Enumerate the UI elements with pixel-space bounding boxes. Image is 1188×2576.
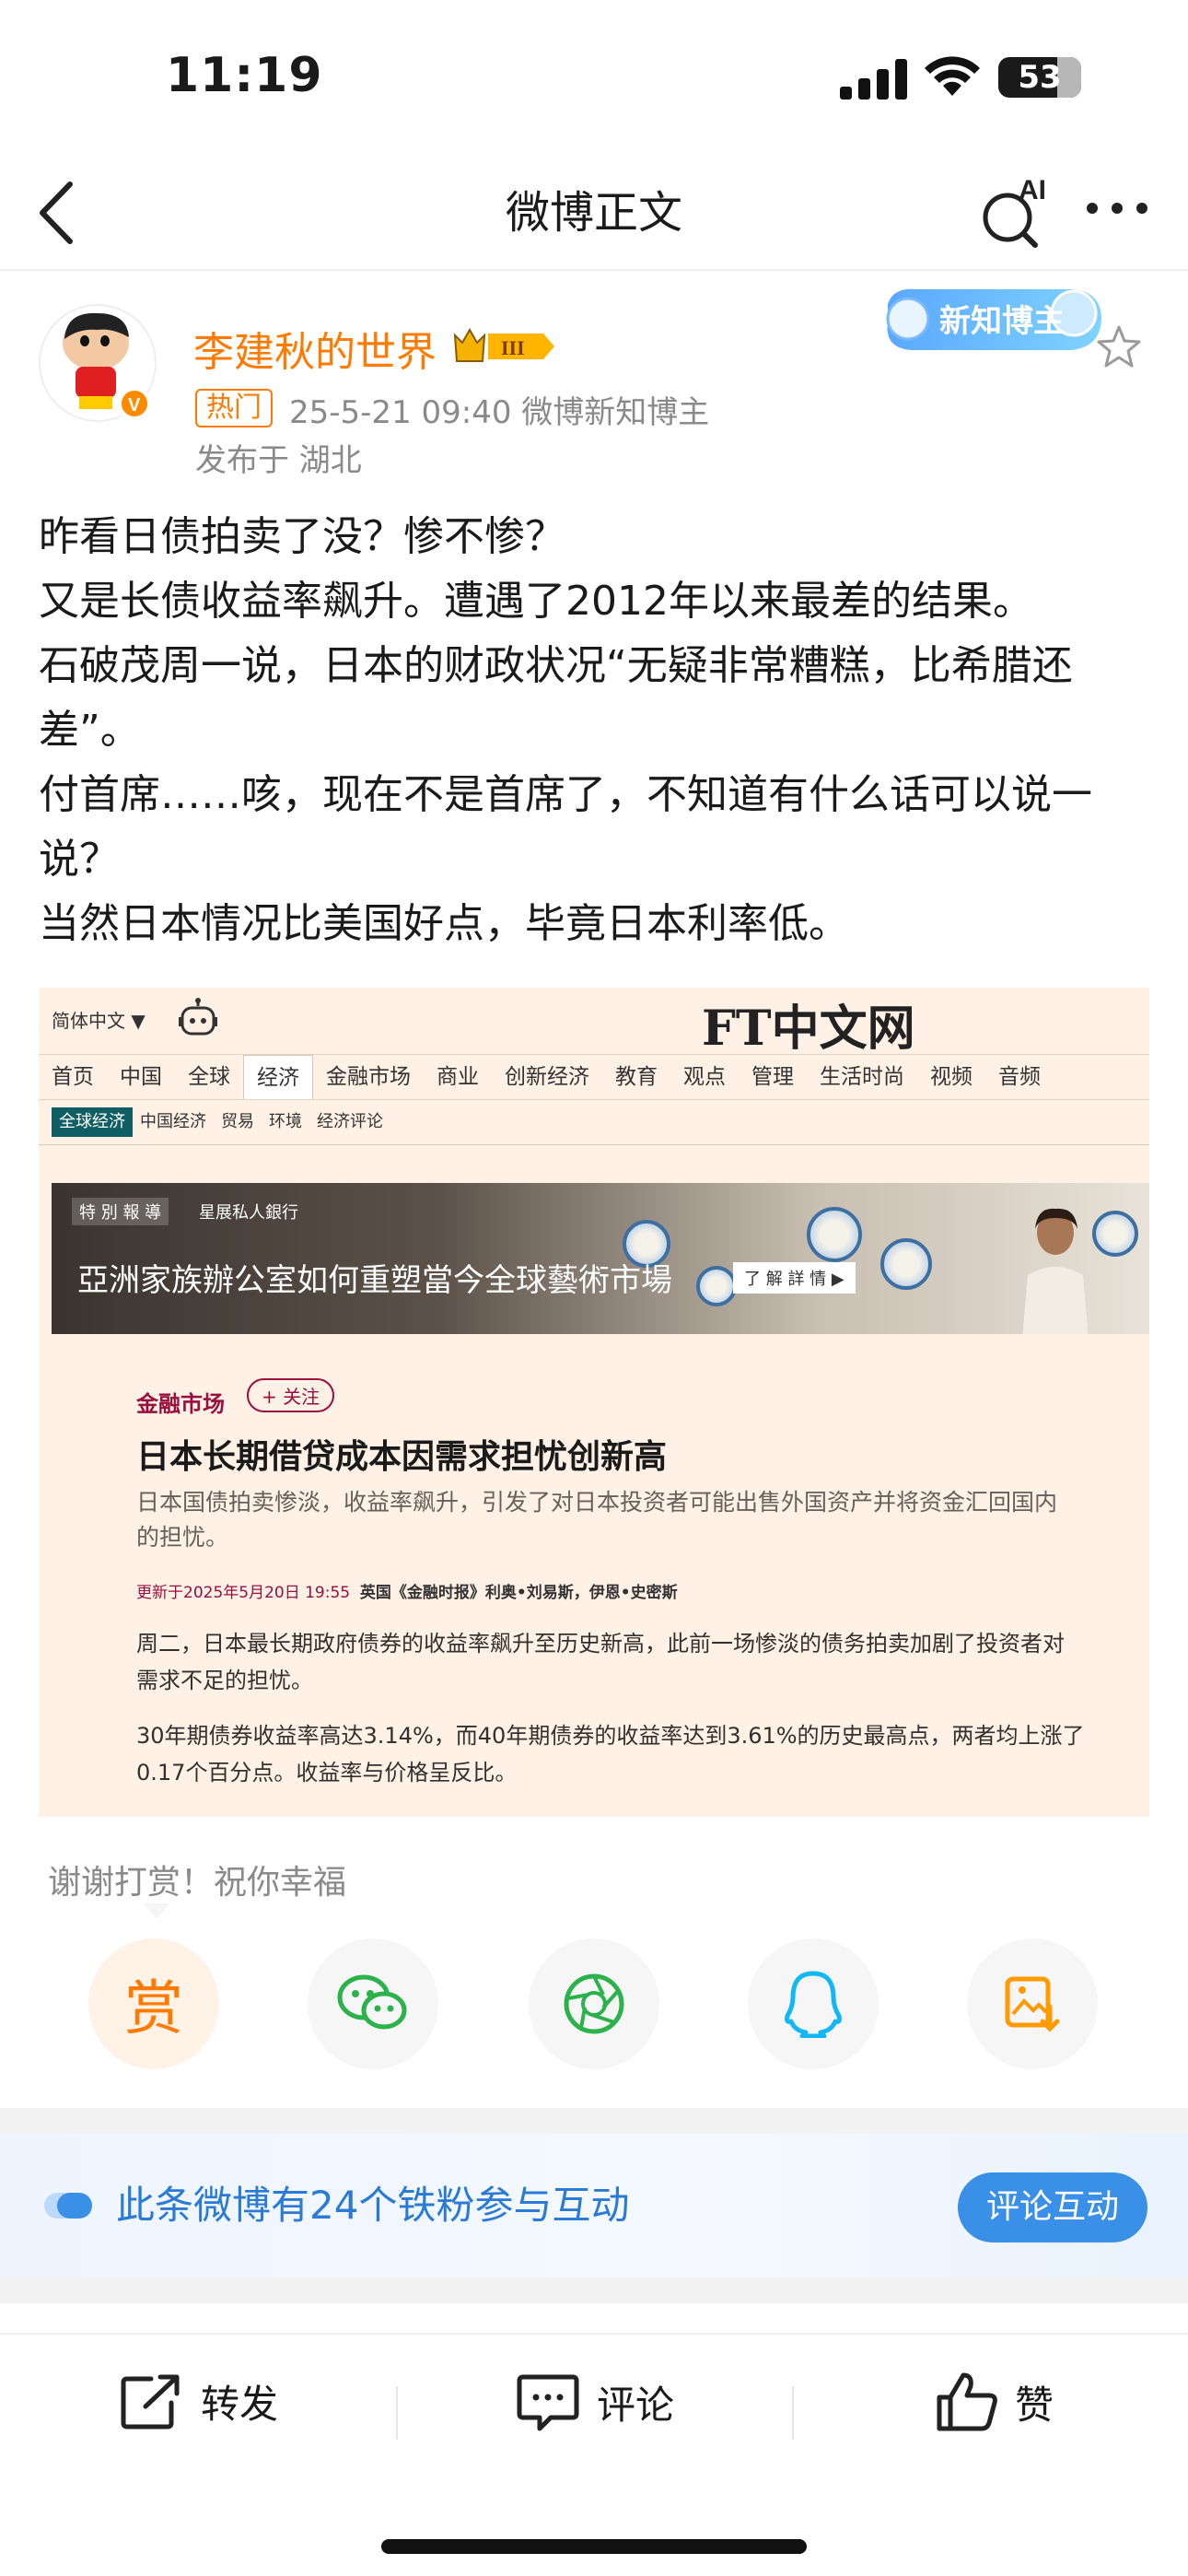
- ft-section-label: 金融市场: [136, 1391, 225, 1417]
- author-name[interactable]: 李建秋的世界: [193, 319, 437, 378]
- post-line: 又是长债收益率飙升。遭遇了2012年以来最差的结果。: [39, 578, 1033, 625]
- ft-follow-button: + 关注: [247, 1378, 335, 1412]
- like-button[interactable]: 赞: [936, 2371, 1054, 2432]
- ft-headline: 日本长期借贷成本因需求担忧创新高: [136, 1438, 668, 1476]
- post-image-ft-article[interactable]: 简体中文 ▼ FT中文网 首页 中国 全球 经济 金融市场 商业 创新经济 教育…: [39, 988, 1149, 1817]
- fan-interaction-bar[interactable]: 此条微博有24个铁粉参与互动 评论互动: [0, 2134, 1188, 2277]
- comment-interact-button[interactable]: 评论互动: [958, 2172, 1147, 2242]
- repost-button[interactable]: 转发: [120, 2371, 278, 2430]
- post-body: 昨看日债拍卖了没？惨不惨？ 又是长债收益率飙升。遭遇了2012年以来最差的结果。…: [39, 505, 1153, 956]
- ft-nav-item: 创新经济: [505, 1065, 589, 1089]
- ft-standfirst: 日本国债拍卖惨淡，收益率飙升，引发了对日本投资者可能出售外国资产并将资金汇回国内…: [136, 1489, 1058, 1551]
- ft-nav-item-active: 经济: [243, 1055, 313, 1099]
- post-line: 付首席……咳，现在不是首席了，不知道有什么话可以说一说？: [39, 771, 1092, 883]
- section-divider: [0, 2108, 1188, 2134]
- ft-nav-item: 视频: [930, 1065, 973, 1089]
- comment-button[interactable]: 评论: [516, 2371, 674, 2432]
- ft-nav-item: 商业: [437, 1065, 479, 1089]
- battery-level: 53: [1018, 59, 1062, 96]
- ai-search-icon[interactable]: AI: [976, 175, 1050, 249]
- ft-nav-item: 教育: [615, 1065, 658, 1089]
- creator-badge[interactable]: 新知博主: [875, 276, 1114, 369]
- post-line: 昨看日债拍卖了没？惨不惨？: [39, 513, 565, 560]
- moments-shutter-icon: [564, 1973, 624, 2034]
- fan-capsule-icon: [44, 2193, 92, 2219]
- ft-nav-bar: 首页 中国 全球 经济 金融市场 商业 创新经济 教育 观点 管理 生活时尚 视…: [39, 1054, 1149, 1100]
- save-image-button[interactable]: [967, 1938, 1098, 2069]
- ft-subnav-item-active: 全球经济: [52, 1107, 133, 1137]
- more-options-icon[interactable]: [1085, 199, 1149, 217]
- ft-nav-item: 中国: [120, 1065, 162, 1089]
- ft-subnav-item: 贸易: [221, 1112, 254, 1131]
- ft-logo: FT中文网: [702, 1001, 915, 1057]
- favorite-star-icon[interactable]: [1096, 324, 1142, 369]
- share-moments-button[interactable]: [529, 1938, 659, 2069]
- ft-byline-date: 更新于2025年5月20日 19:55: [136, 1584, 351, 1602]
- qq-penguin-icon: [785, 1971, 842, 2038]
- ft-paragraph: 30年期债券收益率高达3.14%，而40年期债券的收益率达到3.61%的历史最高…: [136, 1723, 1085, 1786]
- section-divider: [0, 2277, 1188, 2303]
- post-location: 发布于 湖北: [195, 442, 362, 479]
- ft-divider: [39, 1144, 1149, 1145]
- author-avatar[interactable]: V: [39, 304, 157, 422]
- banner-title: 亞洲家族辦公室如何重塑當今全球藝術市場: [77, 1262, 672, 1299]
- reward-label: 赏: [124, 1975, 183, 2043]
- thumbs-up-icon: [937, 2372, 997, 2431]
- comment-icon: [517, 2374, 579, 2431]
- action-divider: [792, 2386, 794, 2440]
- home-indicator: [381, 2539, 807, 2554]
- ft-subnav: 全球经济 中国经济 贸易 环境 经济评论: [52, 1107, 390, 1137]
- repost-icon: [121, 2374, 180, 2430]
- ft-nav-item: 管理: [751, 1065, 794, 1089]
- ft-nav-item: 生活时尚: [820, 1065, 904, 1089]
- ft-subnav-item: 环境: [269, 1112, 302, 1131]
- ft-paragraph: 周二，日本最长期政府债券的收益率飙升至历史新高，此前一场惨淡的债务拍卖加剧了投资…: [136, 1631, 1065, 1693]
- ft-ad-banner: 特 別 報 導 星展私人銀行 亞洲家族辦公室如何重塑當今全球藝術市場 了 解 詳…: [52, 1183, 1149, 1334]
- ft-nav-item: 首页: [52, 1065, 94, 1089]
- status-time: 11:19: [166, 48, 323, 103]
- reward-pointer: [144, 1903, 169, 1918]
- wifi-icon: [925, 56, 980, 96]
- reward-button[interactable]: 赏: [88, 1938, 219, 2069]
- save-image-icon: [1005, 1976, 1060, 2032]
- hot-tag: 热门: [195, 389, 273, 427]
- creator-badge-label: 新知博主: [939, 303, 1065, 340]
- battery-indicator: 53: [998, 57, 1081, 98]
- action-divider: [396, 2386, 398, 2440]
- post-line: 当然日本情况比美国好点，毕竟日本利率低。: [39, 900, 849, 947]
- post-meta: 25-5-21 09:40 微博新知博主: [289, 394, 710, 431]
- fan-interaction-text: 此条微博有24个铁粉参与互动: [116, 2183, 630, 2228]
- reward-message: 谢谢打赏！祝你幸福: [48, 1864, 347, 1902]
- banner-person-image: [1022, 1208, 1089, 1334]
- like-label: 赞: [1015, 2382, 1054, 2428]
- share-wechat-button[interactable]: [308, 1938, 438, 2069]
- ft-language-select: 简体中文 ▼: [52, 1010, 146, 1032]
- ft-subnav-item: 经济评论: [317, 1112, 383, 1131]
- bottom-action-bar: 转发 评论 赞: [0, 2333, 1188, 2488]
- ft-nav-item: 音频: [998, 1065, 1041, 1089]
- svg-text:V: V: [128, 395, 141, 416]
- vip-level-text: III: [501, 336, 525, 359]
- ai-label: AI: [1019, 175, 1046, 205]
- banner-tag: 特 別 報 導: [72, 1198, 169, 1225]
- robot-icon: [179, 998, 217, 1036]
- ft-byline-authors: 英国《金融时报》利奥•刘易斯，伊恩•史密斯: [359, 1584, 678, 1602]
- wechat-icon: [337, 1974, 407, 2030]
- banner-learn-more: 了 解 詳 情 ▶: [733, 1262, 856, 1294]
- vip-level-badge: III: [453, 327, 554, 362]
- nav-bar: 微博正文 AI: [0, 157, 1188, 271]
- ft-nav-item: 观点: [683, 1065, 726, 1089]
- cellular-signal-icon: [840, 59, 907, 100]
- share-qq-button[interactable]: [748, 1938, 879, 2069]
- ft-subnav-item: 中国经济: [140, 1112, 206, 1131]
- ft-byline: 更新于2025年5月20日 19:55 英国《金融时报》利奥•刘易斯，伊恩•史密…: [136, 1579, 678, 1602]
- comment-label: 评论: [597, 2382, 675, 2428]
- banner-sponsor: 星展私人銀行: [199, 1203, 298, 1223]
- ft-nav-item: 全球: [188, 1065, 230, 1089]
- post-line: 石破茂周一说，日本的财政状况“无疑非常糟糕，比希腊还差”。: [39, 642, 1073, 754]
- repost-label: 转发: [201, 2381, 279, 2427]
- ft-nav-item: 金融市场: [326, 1065, 411, 1089]
